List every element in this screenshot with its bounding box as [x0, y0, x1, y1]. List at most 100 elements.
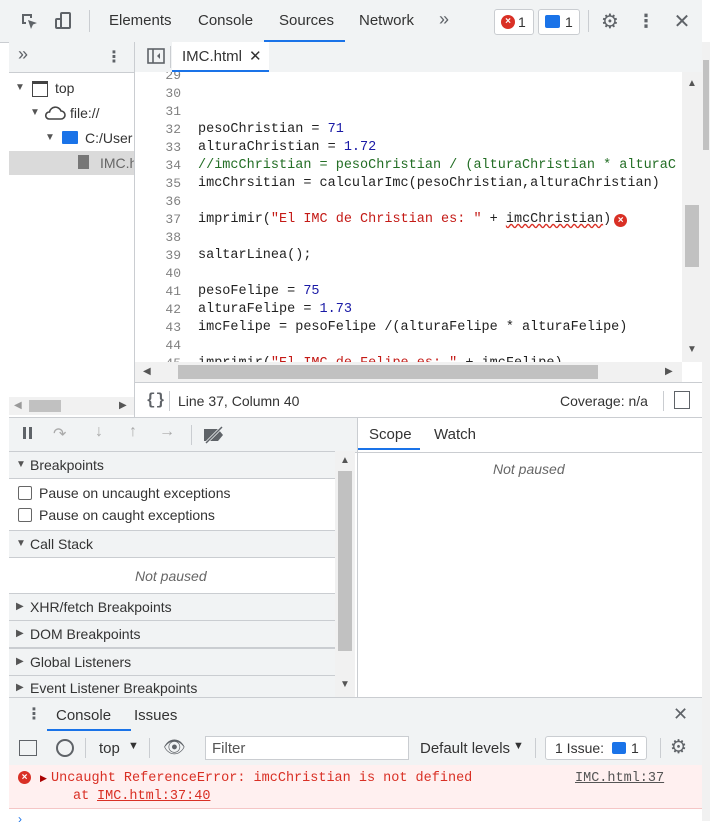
- inline-error-icon[interactable]: ×: [614, 214, 628, 227]
- scroll-left-icon[interactable]: ◀: [14, 400, 22, 411]
- scroll-left-icon[interactable]: ◀: [143, 366, 151, 377]
- event-listener-breakpoints-title: Event Listener Breakpoints: [30, 680, 198, 696]
- navigator-more-button[interactable]: »: [18, 44, 28, 65]
- global-listeners-header[interactable]: ▶ Global Listeners: [9, 648, 335, 676]
- more-options-icon[interactable]: ⋮: [636, 9, 656, 33]
- message-counter-button[interactable]: 1: [538, 9, 580, 35]
- close-tab-icon[interactable]: ✕: [249, 47, 262, 65]
- step-icon[interactable]: →: [159, 423, 175, 441]
- tree-item-imc-html[interactable]: IMC.h: [9, 151, 134, 175]
- tree-item-file[interactable]: ▼ file://: [9, 103, 134, 125]
- line-number[interactable]: 42: [141, 302, 181, 317]
- line-number[interactable]: 31: [141, 104, 181, 119]
- line-number[interactable]: 39: [141, 248, 181, 263]
- tab-console[interactable]: Console: [198, 12, 253, 29]
- line-number[interactable]: 44: [141, 338, 181, 353]
- code-text: +: [481, 212, 506, 227]
- pause-caught-checkbox[interactable]: [18, 508, 32, 522]
- error-icon: ×: [18, 771, 31, 784]
- line-number[interactable]: 36: [141, 194, 181, 209]
- close-devtools-icon[interactable]: ✕: [670, 9, 694, 33]
- sidebar-vscroll-thumb[interactable]: [338, 471, 352, 651]
- more-tabs-button[interactable]: »: [439, 9, 449, 30]
- code-line: imprimir("El IMC de Christian es: " + im…: [198, 212, 628, 227]
- editor-hscroll[interactable]: ◀ ▶: [135, 362, 682, 382]
- scroll-up-icon[interactable]: ▲: [687, 78, 697, 89]
- line-number[interactable]: 29: [141, 72, 181, 83]
- error-source-link[interactable]: IMC.html:37: [575, 771, 664, 786]
- editor-vscroll-thumb[interactable]: [685, 205, 699, 267]
- log-levels-dropdown[interactable]: Default levels: [420, 740, 510, 757]
- tab-sources[interactable]: Sources: [279, 12, 334, 29]
- tab-scope[interactable]: Scope: [369, 426, 412, 443]
- debugger-sidebar-vscroll[interactable]: ▲ ▼: [335, 451, 355, 697]
- tab-network[interactable]: Network: [359, 12, 414, 29]
- error-stack-link[interactable]: IMC.html:37:40: [97, 789, 210, 804]
- breakpoints-header[interactable]: ▼ Breakpoints: [9, 451, 335, 479]
- code-text: ): [603, 212, 612, 227]
- coverage-icon[interactable]: [674, 391, 690, 409]
- editor-file-tab[interactable]: IMC.html ✕: [172, 42, 269, 72]
- issues-button[interactable]: 1 Issue: 1: [545, 736, 647, 760]
- error-at-prefix: at: [73, 789, 98, 804]
- line-number[interactable]: 34: [141, 158, 181, 173]
- pause-icon[interactable]: [23, 427, 26, 439]
- tree-item-folder[interactable]: ▼ C:/User: [9, 128, 134, 150]
- show-sidebar-icon[interactable]: [19, 740, 37, 756]
- line-number[interactable]: 35: [141, 176, 181, 191]
- dom-breakpoints-header[interactable]: ▶ DOM Breakpoints: [9, 620, 335, 648]
- navigator-menu-icon[interactable]: ⋮: [106, 46, 122, 68]
- line-number[interactable]: 41: [141, 284, 181, 299]
- deactivate-breakpoints-icon[interactable]: [202, 425, 226, 447]
- drawer-tab-console[interactable]: Console: [56, 707, 111, 724]
- step-out-icon[interactable]: ↑: [129, 423, 137, 441]
- console-settings-gear-icon[interactable]: ⚙: [670, 736, 687, 759]
- settings-gear-icon[interactable]: ⚙: [598, 9, 622, 33]
- expand-error-icon[interactable]: ▶: [40, 773, 47, 784]
- close-drawer-icon[interactable]: ✕: [673, 704, 688, 725]
- scroll-down-icon[interactable]: ▼: [340, 679, 350, 690]
- line-number[interactable]: 40: [141, 266, 181, 281]
- collapse-arrow-icon: ▶: [16, 628, 24, 639]
- drawer-tab-issues[interactable]: Issues: [134, 707, 177, 724]
- scroll-right-icon[interactable]: ▶: [665, 366, 673, 377]
- drawer-menu-icon[interactable]: ⋮: [26, 704, 42, 724]
- pause-uncaught-checkbox[interactable]: [18, 486, 32, 500]
- navigator-hscroll-thumb[interactable]: [29, 400, 61, 412]
- line-number[interactable]: 37: [141, 212, 181, 227]
- line-number[interactable]: 43: [141, 320, 181, 335]
- live-expression-eye-icon[interactable]: 👁: [163, 737, 186, 758]
- step-into-icon[interactable]: ↓: [95, 423, 103, 441]
- tree-item-top[interactable]: ▼ top: [9, 78, 134, 100]
- code-editor[interactable]: 29 30 31 32 pesoChristian = 71 33 alturaChrist…: [135, 72, 682, 362]
- line-number[interactable]: 30: [141, 86, 181, 101]
- call-stack-header[interactable]: ▼ Call Stack: [9, 530, 335, 558]
- page-scrollbar[interactable]: [702, 42, 710, 821]
- scroll-right-icon[interactable]: ▶: [119, 400, 127, 411]
- tab-watch[interactable]: Watch: [434, 426, 476, 443]
- event-listener-breakpoints-header[interactable]: ▶ Event Listener Breakpoints: [9, 675, 335, 699]
- device-toolbar-icon[interactable]: [50, 8, 76, 34]
- error-counter-button[interactable]: × 1: [494, 9, 534, 35]
- scroll-up-icon[interactable]: ▲: [340, 455, 350, 466]
- line-number[interactable]: 32: [141, 122, 181, 137]
- editor-hscroll-thumb[interactable]: [178, 365, 598, 379]
- inspect-element-icon[interactable]: [16, 8, 42, 34]
- line-number[interactable]: 33: [141, 140, 181, 155]
- editor-vscroll[interactable]: ▲ ▼: [682, 72, 702, 362]
- clear-console-icon[interactable]: [56, 739, 74, 757]
- xhr-breakpoints-header[interactable]: ▶ XHR/fetch Breakpoints: [9, 593, 335, 621]
- tab-elements[interactable]: Elements: [109, 12, 172, 29]
- step-over-icon[interactable]: ↷: [53, 424, 66, 444]
- pretty-print-button[interactable]: {}: [146, 391, 165, 409]
- toggle-navigator-icon[interactable]: [146, 47, 166, 65]
- page-scrollbar-thumb[interactable]: [703, 60, 709, 150]
- code-line: pesoChristian = 71: [198, 122, 344, 137]
- context-selector[interactable]: top: [99, 740, 120, 757]
- navigator-hscroll[interactable]: ◀ ▶: [9, 397, 134, 415]
- scroll-down-icon[interactable]: ▼: [687, 344, 697, 355]
- line-number[interactable]: 38: [141, 230, 181, 245]
- chevron-down-icon: ▼: [513, 740, 524, 752]
- filter-input[interactable]: Filter: [205, 736, 409, 760]
- code-text: alturaChristian =: [198, 140, 344, 155]
